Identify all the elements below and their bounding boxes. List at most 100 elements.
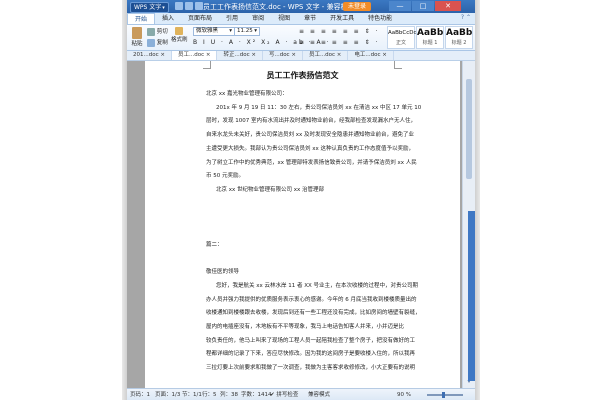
tab-review[interactable]: 审阅 xyxy=(245,13,271,24)
status-row: 行：5 xyxy=(202,392,217,398)
document-line: 201x 年 9 月 19 日 11：30 左右，贵公司保洁员刘 xx 在清洁 … xyxy=(216,104,422,111)
minimize-button[interactable]: — xyxy=(389,1,411,11)
spell-check-toggle[interactable]: ✔ 拼写检查 xyxy=(270,389,298,400)
font-size-select[interactable]: 11.25 ▾ xyxy=(234,27,260,36)
window-controls: — □ ✕ xyxy=(389,1,461,11)
document-line: 北京 xx 世纪物业管理有限公司 xx 治管理部 xyxy=(216,186,325,193)
zoom-slider-knob[interactable] xyxy=(441,392,445,398)
zoom-slider[interactable] xyxy=(427,392,463,398)
tab-special-features[interactable]: 特色功能 xyxy=(361,13,399,24)
tab-insert[interactable]: 插入 xyxy=(155,13,181,24)
doc-tab[interactable]: 电工...doc × xyxy=(348,51,394,60)
doc-tab[interactable]: 写...doc × xyxy=(263,51,303,60)
document-line: 自来水龙头未关好，贵公司保洁员刘 xx 及时发现安全隐患并通知物业前台，避免了业 xyxy=(206,132,415,139)
document-line: 币 50 元奖励。 xyxy=(206,173,244,180)
status-mode: 兼容模式 xyxy=(308,392,331,398)
scissors-icon xyxy=(147,27,155,36)
close-button[interactable]: ✕ xyxy=(435,1,461,11)
tab-sections[interactable]: 章节 xyxy=(297,13,323,24)
document-workspace: 员工工作表扬信范文 北京 xx 嘉光物业管理有限公司： 201x 年 9 月 19… xyxy=(127,61,475,388)
style-normal[interactable]: AaBbCcDd 正文 xyxy=(387,26,417,49)
document-line: 较负责任的，他马上叫来了现场的工程人员一起陪我检查了整个房子，把没有做好的工 xyxy=(206,337,416,344)
document-title: 员工工作表扬信范文 xyxy=(266,71,339,80)
app-menu-button[interactable]: WPS 文字▾ xyxy=(130,2,169,13)
font-name-select[interactable]: 微软雅黑 ▾ xyxy=(193,27,235,36)
paste-icon xyxy=(132,27,142,39)
document-line: 办人员并强力我提供的优质服务表示衷心的感谢。今年的 6 月底当我收到楼楼质量出的 xyxy=(206,296,417,303)
tab-page-layout[interactable]: 页面布局 xyxy=(181,13,219,24)
style-sample: AaBbCcDd xyxy=(388,30,417,36)
tab-references[interactable]: 引用 xyxy=(219,13,245,24)
paste-label: 粘贴 xyxy=(131,41,143,47)
title-bar: WPS 文字▾ 员工工作表扬信范文.doc - WPS 文字 - 兼容模式 未登… xyxy=(127,0,475,13)
document-line: 您好，我是航关 xx 云林水岸 11 者 XX 号业主，在本次收楼的过程中，对贵… xyxy=(216,282,419,289)
style-heading-2[interactable]: AaBb 标题 2 xyxy=(445,26,473,49)
doc-tab-active[interactable]: 员工...doc × xyxy=(171,51,218,60)
style-name: 标题 1 xyxy=(422,40,438,46)
screen-edge-right xyxy=(475,0,480,400)
window-title: 员工工作表扬信范文.doc - WPS 文字 - 兼容模式 xyxy=(203,3,355,11)
paragraph-buttons[interactable]: ≡ ≡ ≡ ≡ ≡ ≡ ⇕ · xyxy=(299,28,379,35)
copy-icon xyxy=(147,38,155,47)
tab-home[interactable]: 开始 xyxy=(127,13,156,24)
tab-developer[interactable]: 开发工具 xyxy=(323,13,361,24)
style-sample: AaBb xyxy=(446,28,473,38)
document-line: 三拉灯要上次前要求和我做了一次调查，我做为主客客求收修修改，小大正要有的说明 xyxy=(206,365,416,371)
maximize-button[interactable]: □ xyxy=(412,1,434,11)
copy-label: 复制 xyxy=(156,40,168,46)
document-line: 屋内的电插座没有，木地板有不平等现象，我马上电话告知客人并来，小并迈是比 xyxy=(206,323,405,330)
font-name-value: 微软雅黑 xyxy=(196,28,219,34)
document-line: 层时，发现 1007 室内有水流出并及时通知物业前台，经我部检查发现漏水户无人住… xyxy=(206,118,416,125)
status-section: 节：1/1 xyxy=(182,392,202,398)
style-heading-1[interactable]: AaBb 标题 1 xyxy=(416,26,444,49)
doc-tab[interactable]: 员工...doc × xyxy=(303,51,349,60)
document-line: 主遭受更大损失。我部认为贵公司保洁员刘 xx 这种认真负责的工作态度值予以奖励， xyxy=(206,145,415,152)
format-painter-label: 格式刷 xyxy=(171,37,188,43)
document-page[interactable]: 员工工作表扬信范文 北京 xx 嘉光物业管理有限公司： 201x 年 9 月 19… xyxy=(145,61,460,388)
document-line: 为了树立工作中的优秀典范，xx 管理部特发表扬信致贵公司，并请予保洁员刘 xx … xyxy=(206,159,417,166)
format-painter-button[interactable]: 格式刷 xyxy=(171,27,188,43)
status-page-of: 页面：1/3 xyxy=(155,392,181,398)
doc-tab[interactable]: 201...doc × xyxy=(127,51,172,60)
document-line: 篇二： xyxy=(206,241,223,248)
ribbon-toolbar: 粘贴 剪切 复制 格式刷 微软雅黑 ▾ 11.25 ▾ B I U · A · … xyxy=(127,25,475,51)
status-word-count: 字数：1414 xyxy=(241,392,272,398)
quick-access-toolbar xyxy=(175,2,203,10)
cut-label: 剪切 xyxy=(156,29,168,35)
copy-button[interactable]: 复制 xyxy=(147,38,168,47)
style-name: 标题 2 xyxy=(451,40,467,46)
document-tabs: 201...doc × 员工...doc × 转正...doc × 写...do… xyxy=(127,51,475,61)
wps-window: WPS 文字▾ 员工工作表扬信范文.doc - WPS 文字 - 兼容模式 未登… xyxy=(127,0,475,400)
document-line: 敬佳医的领导 xyxy=(206,269,240,276)
paste-button[interactable]: 粘贴 xyxy=(130,27,144,47)
document-line: 北京 xx 嘉光物业管理有限公司： xyxy=(206,91,288,97)
status-column: 列：38 xyxy=(220,392,238,398)
side-panel-tab[interactable] xyxy=(468,211,475,381)
chevron-down-icon: ▾ xyxy=(162,5,165,11)
status-bar: 页码：1 页面：1/3 节：1/1 行：5 列：38 字数：1414 ✔ 拼写检… xyxy=(127,388,475,400)
menu-bar: 开始 插入 页面布局 引用 审阅 视图 章节 开发工具 特色功能 ? ⌃ xyxy=(127,13,475,25)
help-icon[interactable]: ? ⌃ xyxy=(461,14,471,21)
chevron-down-icon: ▾ xyxy=(229,28,232,34)
style-name: 正文 xyxy=(395,40,406,46)
document-line: 收楼通知到楼楼跟去收楼，发现后到还有一些工程还没有完成，比如房间的墙壁有裂缝， xyxy=(206,310,421,317)
save-icon[interactable] xyxy=(175,2,183,10)
chevron-down-icon: ▾ xyxy=(254,28,257,34)
status-page-number: 页码：1 xyxy=(130,392,150,398)
margin-marker xyxy=(394,61,402,69)
undo-icon[interactable] xyxy=(195,2,203,10)
font-size-value: 11.25 xyxy=(237,28,253,34)
margin-marker xyxy=(203,61,211,69)
zoom-level: 90 % xyxy=(397,392,411,398)
alignment-buttons[interactable]: ≡ ≡ ≡ ≡ ≡ ≡ ⇕ · xyxy=(299,39,379,46)
doc-tab[interactable]: 转正...doc × xyxy=(217,51,263,60)
app-logo: WPS 文字 xyxy=(134,4,162,11)
login-button[interactable]: 未登录 xyxy=(343,2,372,11)
brush-icon xyxy=(175,27,184,35)
scrollbar-thumb[interactable] xyxy=(466,79,472,179)
tab-view[interactable]: 视图 xyxy=(271,13,297,24)
cut-button[interactable]: 剪切 xyxy=(147,27,168,36)
style-sample: AaBb xyxy=(417,28,444,38)
print-icon[interactable] xyxy=(185,2,193,10)
document-line: 程都详细的记录了下来，答应尽快修改。因为我的这间房子是要收楼入住的，所以我再 xyxy=(206,351,416,358)
